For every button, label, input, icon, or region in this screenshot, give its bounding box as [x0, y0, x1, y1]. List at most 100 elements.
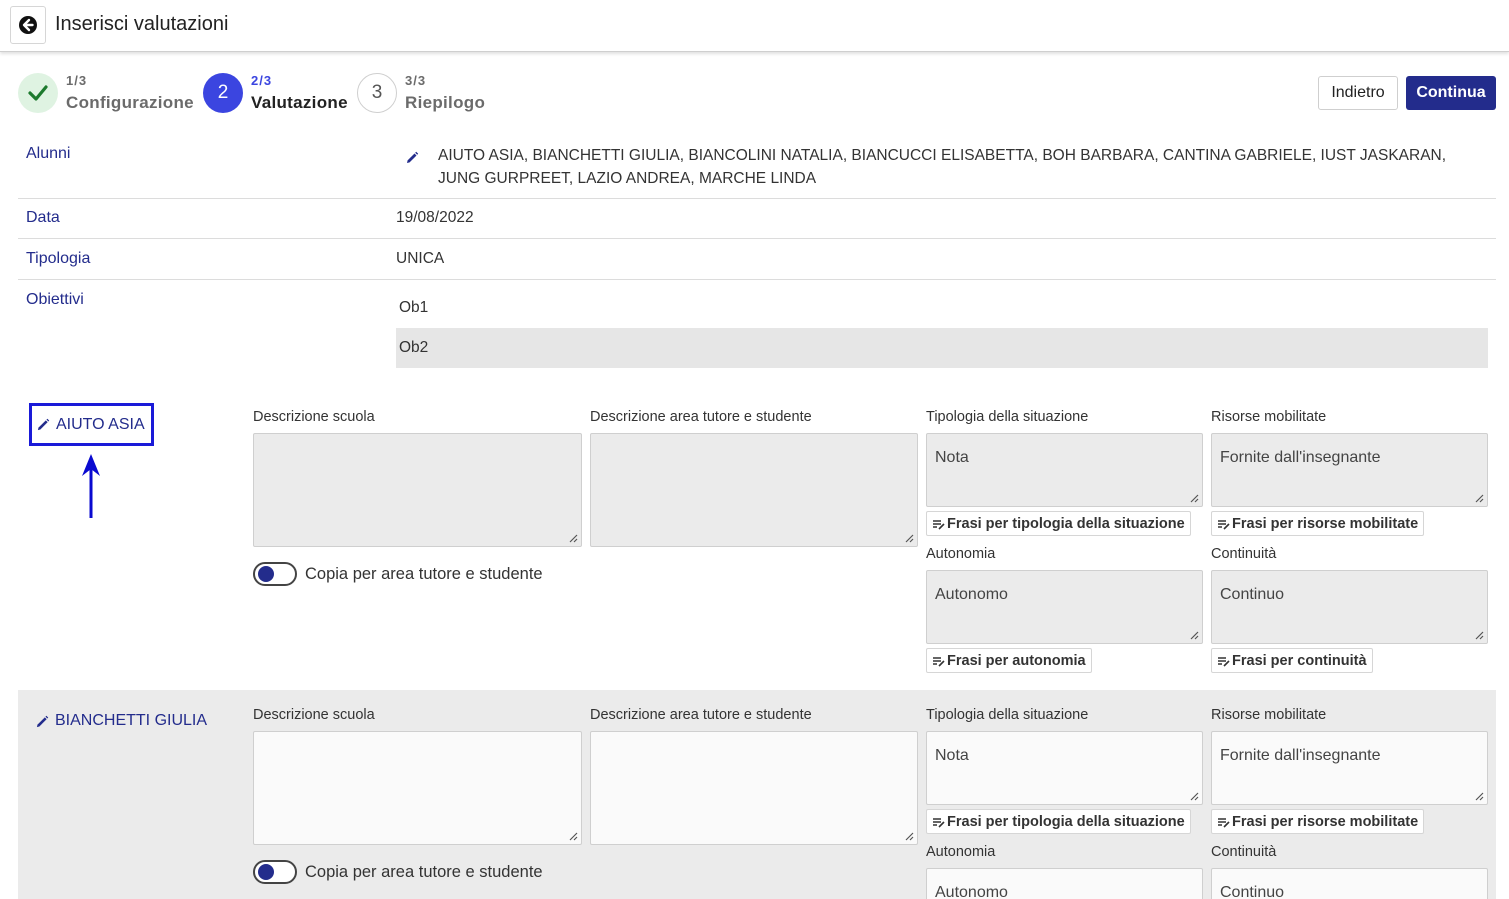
resize-handle-icon[interactable]: [905, 832, 914, 841]
resize-handle-icon[interactable]: [905, 534, 914, 543]
phrase-list-icon: [1218, 656, 1230, 667]
step-done-circle: [18, 73, 58, 113]
student-name-button[interactable]: AIUTO ASIA: [29, 403, 154, 446]
step-label: Riepilogo: [405, 93, 486, 112]
frasi-autonomia-button[interactable]: Frasi per autonomia: [926, 648, 1092, 673]
student-block: BIANCHETTI GIULIA Descrizione scuola Des…: [18, 690, 1496, 899]
autonomia-label: Autonomia: [926, 546, 996, 562]
phrase-list-icon: [1218, 817, 1230, 828]
pencil-icon[interactable]: [405, 151, 419, 165]
step-badge: 2: [203, 73, 243, 113]
copia-toggle-label: Copia per area tutore e studente: [305, 565, 543, 583]
resize-handle-icon[interactable]: [1190, 631, 1199, 640]
student-name-label: BIANCHETTI GIULIA: [55, 712, 208, 729]
button-label: Frasi per risorse mobilitate: [1232, 813, 1419, 830]
resize-handle-icon[interactable]: [1190, 494, 1199, 503]
resize-handle-icon[interactable]: [569, 534, 578, 543]
student-block: AIUTO ASIA Descrizione scuola Descrizion…: [18, 392, 1496, 682]
tipologia-situazione-textarea[interactable]: Nota: [926, 433, 1203, 507]
descrizione-scuola-label: Descrizione scuola: [253, 707, 375, 723]
continua-button[interactable]: Continua: [1406, 76, 1496, 110]
textarea-value: Fornite dall'insegnante: [1220, 449, 1381, 466]
descrizione-scuola-textarea[interactable]: [253, 433, 582, 547]
risorse-mobilitate-label: Risorse mobilitate: [1211, 409, 1327, 425]
student-name-button[interactable]: BIANCHETTI GIULIA: [36, 712, 207, 730]
phrase-list-icon: [933, 656, 945, 667]
student-name-label: AIUTO ASIA: [56, 415, 145, 433]
frasi-risorse-button[interactable]: Frasi per risorse mobilitate: [1211, 511, 1425, 536]
autonomia-textarea[interactable]: Autonomo: [926, 868, 1203, 899]
obiettivi-label: Obiettivi: [26, 291, 84, 308]
button-label: Frasi per tipologia della situazione: [947, 813, 1185, 830]
resize-handle-icon[interactable]: [1190, 792, 1199, 801]
resize-handle-icon[interactable]: [1475, 494, 1484, 503]
phrase-list-icon: [933, 519, 945, 530]
phrase-list-icon: [933, 817, 945, 828]
tipologia-value: UNICA: [396, 250, 445, 267]
step-label: Valutazione: [251, 93, 348, 112]
autonomia-textarea[interactable]: Autonomo: [926, 570, 1203, 644]
button-label: Frasi per autonomia: [947, 652, 1086, 669]
frasi-continuita-button[interactable]: Frasi per continuità: [1211, 648, 1373, 673]
frasi-risorse-button[interactable]: Frasi per risorse mobilitate: [1211, 809, 1425, 834]
textarea-value: Nota: [935, 747, 969, 764]
annotation-arrow-icon: [82, 454, 100, 518]
risorse-mobilitate-textarea[interactable]: Fornite dall'insegnante: [1211, 433, 1488, 507]
continuita-label: Continuità: [1211, 546, 1277, 562]
textarea-value: Continuo: [1220, 884, 1285, 899]
descrizione-area-textarea[interactable]: [590, 731, 918, 845]
copia-toggle[interactable]: [253, 860, 297, 884]
resize-handle-icon[interactable]: [569, 832, 578, 841]
continuita-textarea[interactable]: Continuo: [1211, 868, 1488, 899]
textarea-value: Autonomo: [935, 586, 1008, 603]
copia-toggle-label: Copia per area tutore e studente: [305, 863, 543, 881]
toggle-knob: [258, 864, 274, 880]
copia-toggle[interactable]: [253, 562, 297, 586]
risorse-mobilitate-textarea[interactable]: Fornite dall'insegnante: [1211, 731, 1488, 805]
tipologia-label: Tipologia: [26, 250, 91, 267]
descrizione-area-textarea[interactable]: [590, 433, 918, 547]
back-button[interactable]: [10, 6, 46, 44]
page-header: Inserisci valutazioni: [0, 0, 1509, 52]
step-label: Configurazione: [66, 93, 194, 112]
descrizione-scuola-label: Descrizione scuola: [253, 409, 375, 425]
resize-handle-icon[interactable]: [1475, 631, 1484, 640]
textarea-value: Autonomo: [935, 884, 1008, 899]
alunni-label: Alunni: [26, 145, 71, 162]
frasi-tipologia-button[interactable]: Frasi per tipologia della situazione: [926, 809, 1191, 834]
data-label: Data: [26, 209, 60, 226]
obiettivo-item[interactable]: Ob1: [396, 288, 1488, 328]
phrase-list-icon: [1218, 519, 1230, 530]
descrizione-area-label: Descrizione area tutore e studente: [590, 707, 812, 723]
page-title: Inserisci valutazioni: [55, 13, 229, 35]
resize-handle-icon[interactable]: [1475, 792, 1484, 801]
alunni-value: AIUTO ASIA, BIANCHETTI GIULIA, BIANCOLIN…: [438, 147, 1447, 187]
arrow-left-circle-icon: [19, 16, 37, 34]
descrizione-area-label: Descrizione area tutore e studente: [590, 409, 812, 425]
pencil-icon: [36, 715, 49, 727]
obiettivo-item[interactable]: Ob2: [396, 328, 1488, 368]
autonomia-label: Autonomia: [926, 844, 996, 860]
tipologia-situazione-label: Tipologia della situazione: [926, 707, 1089, 723]
step-number: 1/3: [66, 73, 88, 88]
alunni-row: Alunni AIUTO ASIA, BIANCHETTI GIULIA, BI…: [18, 137, 1496, 199]
tipologia-row: Tipologia UNICA: [18, 239, 1496, 280]
data-value: 19/08/2022: [396, 209, 474, 226]
frasi-tipologia-button[interactable]: Frasi per tipologia della situazione: [926, 511, 1191, 536]
step-number: 2/3: [251, 73, 273, 88]
pencil-icon: [37, 418, 50, 431]
textarea-value: Continuo: [1220, 586, 1285, 603]
step-badge: 3: [357, 73, 397, 113]
tipologia-situazione-textarea[interactable]: Nota: [926, 731, 1203, 805]
button-label: Frasi per continuità: [1232, 652, 1367, 669]
check-icon: [28, 85, 48, 101]
button-label: Frasi per tipologia della situazione: [947, 515, 1185, 532]
data-row: Data 19/08/2022: [18, 199, 1496, 239]
toggle-knob: [258, 566, 274, 582]
continuita-textarea[interactable]: Continuo: [1211, 570, 1488, 644]
descrizione-scuola-textarea[interactable]: [253, 731, 582, 845]
tipologia-situazione-label: Tipologia della situazione: [926, 409, 1089, 425]
indietro-button[interactable]: Indietro: [1318, 76, 1398, 110]
textarea-value: Nota: [935, 449, 969, 466]
textarea-value: Fornite dall'insegnante: [1220, 747, 1381, 764]
